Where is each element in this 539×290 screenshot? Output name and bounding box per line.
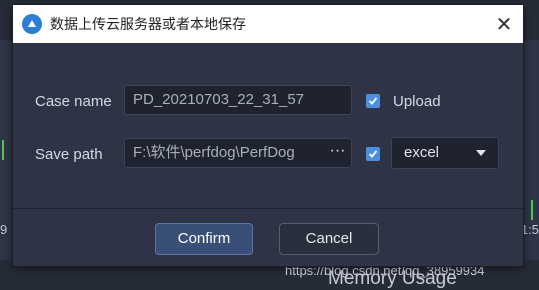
close-icon: ✕ bbox=[495, 13, 513, 36]
upload-dialog: 数据上传云服务器或者本地保存 ✕ Case name PD_20210703_2… bbox=[12, 4, 524, 267]
format-select-value: excel bbox=[404, 144, 440, 161]
close-button[interactable]: ✕ bbox=[493, 13, 515, 36]
case-name-label: Case name bbox=[35, 93, 112, 110]
save-path-label: Save path bbox=[35, 146, 103, 163]
format-select[interactable]: excel bbox=[391, 137, 499, 169]
upload-checkbox[interactable] bbox=[366, 94, 380, 108]
upload-label: Upload bbox=[393, 93, 441, 110]
chevron-down-icon bbox=[476, 150, 486, 156]
confirm-button[interactable]: Confirm bbox=[155, 223, 253, 255]
background-tick-left: 9 bbox=[0, 222, 8, 237]
browse-button[interactable]: ··· bbox=[324, 138, 352, 168]
save-path-input[interactable]: F:\软件\perfdog\PerfDog bbox=[124, 138, 326, 168]
perfdog-app-icon bbox=[22, 14, 42, 34]
export-checkbox[interactable] bbox=[366, 147, 380, 161]
footer-divider bbox=[13, 208, 523, 209]
background-chart-line-left bbox=[2, 140, 12, 160]
case-name-input[interactable]: PD_20210703_22_31_57 bbox=[124, 85, 352, 115]
cancel-button[interactable]: Cancel bbox=[279, 223, 379, 255]
dialog-title: 数据上传云服务器或者本地保存 bbox=[50, 16, 246, 32]
checkmark-icon bbox=[368, 97, 378, 105]
dialog-titlebar: 数据上传云服务器或者本地保存 ✕ bbox=[13, 5, 523, 43]
checkmark-icon bbox=[368, 150, 378, 158]
